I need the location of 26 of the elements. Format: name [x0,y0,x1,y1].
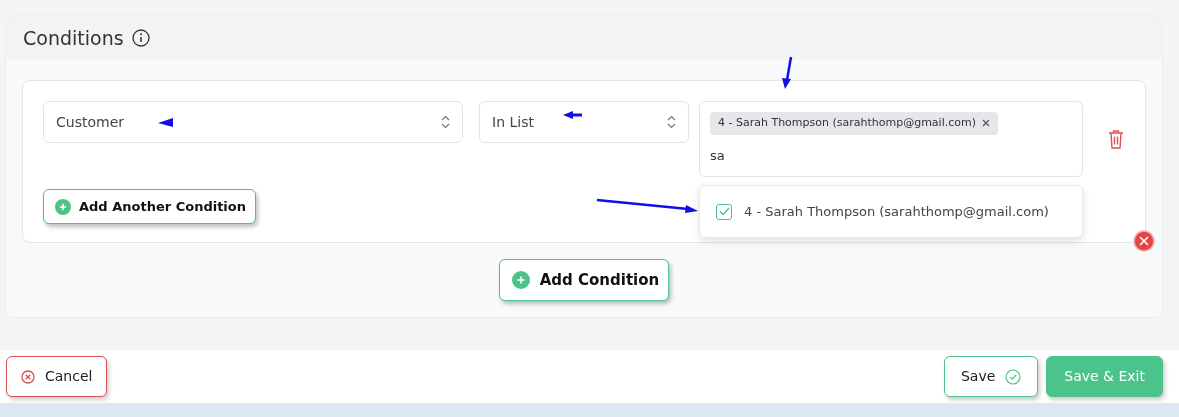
check-circle-icon [1005,368,1022,385]
plus-circle-icon [55,198,71,215]
check-icon [718,207,730,216]
add-condition-button[interactable]: Add Condition [498,259,670,301]
close-icon[interactable] [1133,230,1155,252]
plus-circle-icon [511,271,530,289]
chevron-icon [441,115,450,129]
info-icon [131,29,150,47]
delete-icon[interactable] [1108,129,1124,149]
remove-icon[interactable] [982,119,990,128]
selected-tag: 4 - Sarah Thompson (sarahthomp@gmail.com) [710,112,998,135]
field-select[interactable]: Customer [43,101,463,143]
annotation-arrow [563,111,582,119]
option-label[interactable]: 4 - Sarah Thompson (sarahthomp@gmail.com) [744,201,1049,222]
section-title: Conditions [23,25,124,51]
add-another-condition-button[interactable]: Add Another Condition [43,189,256,224]
multi-select-field[interactable]: 4 - Sarah Thompson (sarahthomp@gmail.com) sa [699,101,1083,177]
chevron-icon [667,115,676,129]
save-button[interactable]: Save [943,356,1039,397]
checkbox[interactable] [716,203,732,220]
cancel-button[interactable]: Cancel [6,356,108,397]
operator-select[interactable]: In List [479,101,689,143]
search-field[interactable]: sa [710,145,810,165]
cancel-icon [21,369,35,384]
annotation-arrow [158,118,173,127]
annotation-arrow [782,56,793,89]
